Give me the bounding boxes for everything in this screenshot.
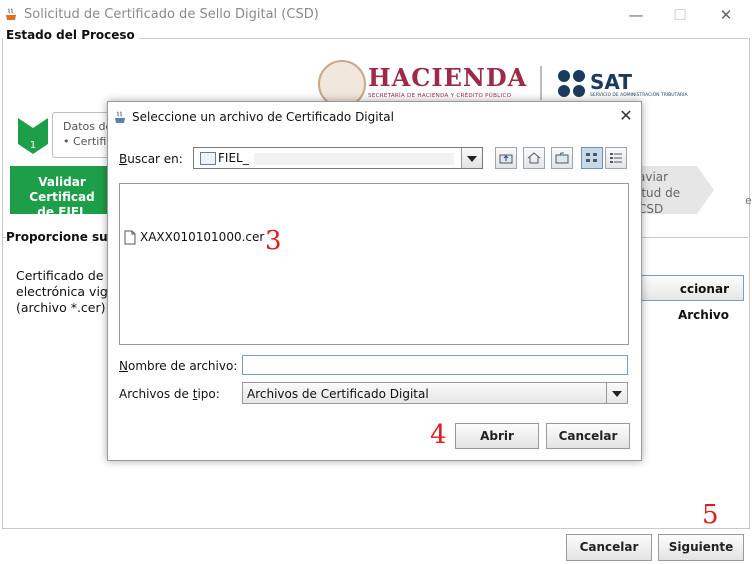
open-button[interactable]: Abrir — [455, 423, 539, 449]
file-type-dropdown-arrow[interactable] — [606, 383, 627, 403]
minimize-button[interactable]: — — [616, 2, 656, 28]
up-folder-icon — [499, 154, 513, 164]
new-folder-icon — [555, 152, 569, 164]
sat-logo: SAT — [590, 70, 632, 94]
file-item[interactable]: XAXX010101000.cer — [124, 230, 264, 245]
home-button[interactable] — [523, 147, 545, 169]
file-chooser-dialog: Seleccione un archivo de Certificado Dig… — [107, 101, 642, 461]
annotation-4: 4 — [430, 420, 447, 450]
sat-logo-icon — [558, 70, 586, 98]
file-type-combo[interactable]: Archivos de Certificado Digital — [242, 382, 628, 404]
step-info-line1: Datos de — [63, 120, 113, 133]
cert-label-line2: electrónica vige — [16, 284, 116, 299]
sat-logo-subtitle: SERVICIO DE ADMINISTRACIÓN TRIBUTARIA — [590, 93, 688, 98]
cert-label-line3: (archivo *.cer) — [16, 300, 106, 315]
file-type-label: Archivos de tipo: — [119, 387, 220, 401]
annotation-5: 5 — [702, 500, 719, 530]
dialog-close-button[interactable]: ✕ — [614, 104, 638, 128]
annotation-3: 3 — [265, 226, 282, 256]
list-view-icon — [586, 153, 597, 162]
details-view-button[interactable] — [605, 147, 627, 169]
next-button[interactable]: Siguiente — [658, 534, 744, 561]
title-bar: Solicitud de Certificado de Sello Digita… — [0, 0, 752, 30]
step-1-number: 1 — [30, 140, 36, 151]
gray-step-line2: itud de — [638, 186, 681, 200]
look-in-label: Buscar en: — [119, 152, 183, 166]
file-list[interactable]: XAXX010101000.cer 3 — [119, 183, 629, 345]
maximize-button[interactable]: ☐ — [660, 2, 700, 28]
folder-icon — [200, 152, 216, 165]
certificate-label: Certificado de fi electrónica vige (arch… — [16, 268, 116, 316]
process-header: Estado del Proceso — [6, 28, 139, 42]
process-frame-top — [120, 38, 748, 39]
look-in-path-redacted — [254, 153, 454, 165]
dialog-title-bar: Seleccione un archivo de Certificado Dig… — [114, 110, 394, 124]
step-validate-fiel: Validar Certificad de FIEL Vigente — [10, 166, 114, 234]
window-title: Solicitud de Certificado de Sello Digita… — [24, 7, 319, 22]
file-name-label: Nombre de archivo: — [119, 359, 238, 373]
edge-text: e — [745, 194, 752, 207]
look-in-combo[interactable]: FIEL_ — [193, 147, 483, 169]
select-file-button[interactable]: ccionar Archivo — [628, 275, 744, 322]
up-one-level-button[interactable] — [495, 147, 517, 169]
look-in-dropdown-arrow[interactable] — [461, 148, 482, 168]
hacienda-logo: HACIENDA — [368, 63, 528, 92]
java-icon — [115, 111, 125, 123]
step-info-line2: • Certifi — [63, 135, 107, 148]
select-file-label: ccionar Archivo — [677, 282, 729, 322]
details-view-icon — [610, 153, 622, 163]
home-icon — [527, 152, 541, 164]
file-type-value: Archivos de Certificado Digital — [247, 387, 429, 401]
list-view-button[interactable] — [581, 147, 603, 169]
hacienda-logo-subtitle: SECRETARÍA DE HACIENDA Y CRÉDITO PÚBLICO — [368, 93, 512, 99]
file-icon — [124, 230, 136, 245]
cert-label-line1: Certificado de fi — [16, 268, 116, 283]
file-name: XAXX010101000.cer — [140, 230, 265, 244]
logo-divider — [540, 66, 542, 100]
look-in-value: FIEL_ — [218, 151, 249, 165]
green-step-line1: Validar Certificad — [29, 175, 95, 204]
app-icon — [6, 8, 16, 20]
file-name-input[interactable] — [242, 355, 628, 375]
cancel-button[interactable]: Cancelar — [566, 534, 652, 561]
step-info-box: Datos de • Certifi — [52, 112, 114, 158]
dialog-cancel-button[interactable]: Cancelar — [546, 423, 630, 449]
close-button[interactable]: ✕ — [706, 2, 746, 28]
new-folder-button[interactable] — [551, 147, 573, 169]
gray-step-line1: aviar — [638, 170, 669, 184]
step-1-badge-icon: 1 — [18, 118, 48, 154]
dialog-title: Seleccione un archivo de Certificado Dig… — [132, 110, 394, 124]
